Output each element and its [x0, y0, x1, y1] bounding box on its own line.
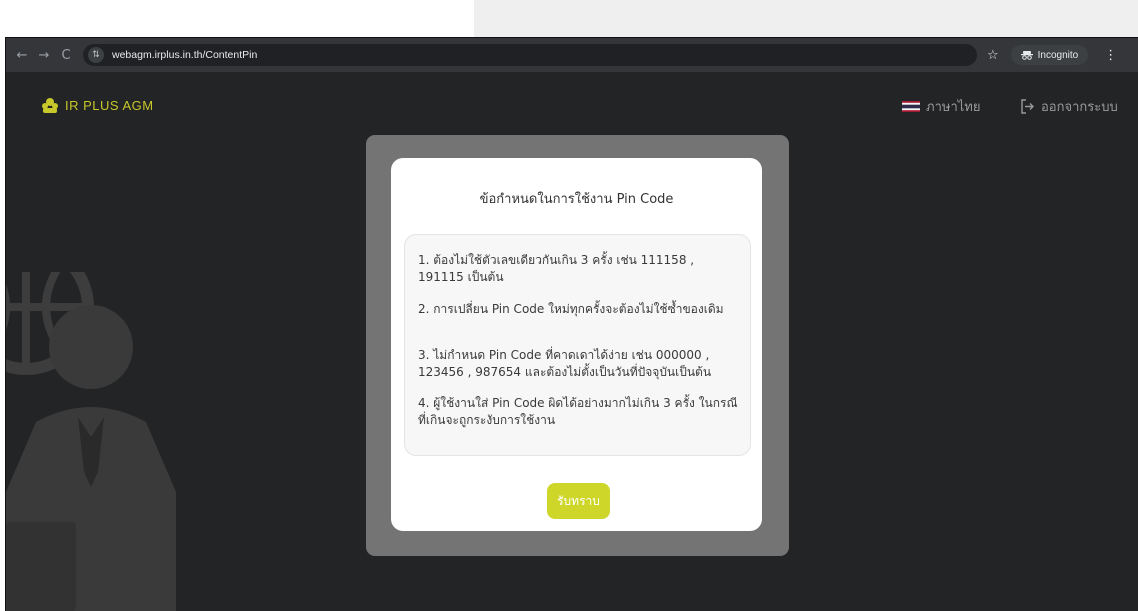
accept-button[interactable]: รับทราบ — [547, 483, 610, 519]
language-label: ภาษาไทย — [926, 100, 981, 115]
rule-item: 3. ไม่กำหนด Pin Code ที่คาดเดาได้ง่าย เช… — [418, 348, 712, 379]
language-switch[interactable]: ภาษาไทย — [902, 96, 980, 117]
app-header: IR PLUS AGM ภาษาไทย ออกจากระบบ — [6, 72, 1138, 142]
businessman-globe-illustration — [6, 272, 176, 611]
thai-flag-icon — [902, 101, 920, 112]
logout-label: ออกจากระบบ — [1041, 100, 1118, 115]
logout-icon — [1021, 99, 1034, 114]
rule-item: 1. ต้องไม่ใช้ตัวเลขเดียวกันเกิน 3 ครั้ง … — [418, 253, 695, 284]
bookmark-star-icon[interactable]: ☆ — [987, 48, 999, 63]
browser-window: ← → C ⇅ webagm.irplus.in.th/ContentPin ☆… — [5, 37, 1138, 611]
rule-item: 4. ผู้ใช้งานใส่ Pin Code ผิดได้อย่างมากไ… — [418, 396, 738, 427]
page-content: IR PLUS AGM ภาษาไทย ออกจากระบบ ข้อกำหนดใ… — [6, 72, 1138, 611]
address-bar[interactable]: ⇅ webagm.irplus.in.th/ContentPin — [83, 44, 977, 66]
reload-button[interactable]: C — [55, 48, 77, 63]
incognito-icon — [1020, 51, 1033, 60]
browser-menu-icon[interactable]: ⋮ — [1104, 48, 1117, 63]
pin-code-terms-dialog: ข้อกำหนดในการใช้งาน Pin Code 1. ต้องไม่ใ… — [391, 158, 762, 531]
incognito-label: Incognito — [1037, 49, 1079, 61]
top-gray-bar — [474, 0, 1138, 37]
ir-plus-logo-icon — [42, 98, 58, 113]
url-text: webagm.irplus.in.th/ContentPin — [112, 49, 258, 61]
brand[interactable]: IR PLUS AGM — [41, 96, 154, 114]
browser-toolbar: ← → C ⇅ webagm.irplus.in.th/ContentPin ☆… — [6, 38, 1138, 72]
brand-name: IR PLUS AGM — [65, 97, 154, 113]
incognito-badge[interactable]: Incognito — [1010, 45, 1089, 65]
tune-icon[interactable]: ⇅ — [88, 47, 104, 63]
forward-button[interactable]: → — [33, 48, 55, 63]
rules-box: 1. ต้องไม่ใช้ตัวเลขเดียวกันเกิน 3 ครั้ง … — [404, 234, 751, 456]
dialog-title: ข้อกำหนดในการใช้งาน Pin Code — [479, 192, 674, 207]
logout-button[interactable]: ออกจากระบบ — [1020, 96, 1118, 117]
back-button[interactable]: ← — [11, 48, 33, 63]
rule-item: 2. การเปลี่ยน Pin Code ใหม่ทุกครั้งจะต้อ… — [418, 302, 724, 316]
